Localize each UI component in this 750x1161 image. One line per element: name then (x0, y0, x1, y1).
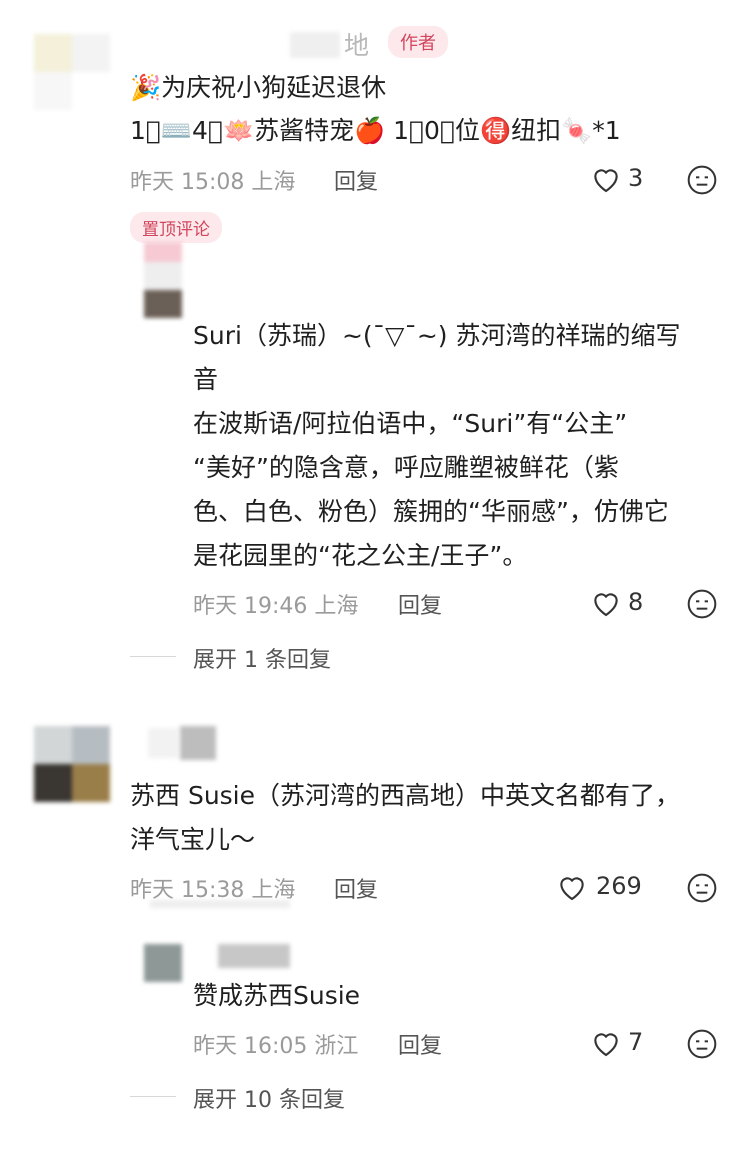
dislike-face-icon (687, 1029, 717, 1059)
dislike-button[interactable] (686, 1028, 718, 1060)
reply-text-line: 在波斯语/阿拉伯语中，“Suri”有“公主” (193, 409, 628, 438)
pinned-badge: 置顶评论 (130, 212, 222, 243)
reply-text-line: 音 (193, 365, 219, 394)
reply-text-line: Suri（苏瑞）~(¯▽¯~) 苏河湾的祥瑞的缩写 (193, 321, 681, 350)
reply-text-line: 色、白色、粉色）簇拥的“华丽感”，仿佛它 (193, 497, 669, 526)
reply-button[interactable]: 回复 (398, 1028, 442, 1060)
reply-meta: 昨天 19:46 上海 (193, 594, 359, 619)
like-count: 269 (596, 872, 642, 900)
like-count: 8 (628, 588, 644, 616)
like-count: 7 (628, 1028, 644, 1056)
comment-text-line2: 1⃣⌨️4⃣🪷苏酱特宠🍎 1⃣0⃣位🉐纽扣🍬*1 (130, 116, 621, 145)
username-obscured[interactable] (290, 32, 340, 58)
like-count: 3 (628, 164, 644, 192)
reply-button[interactable]: 回复 (334, 164, 378, 196)
like-button[interactable]: 3 (590, 164, 650, 196)
comment-meta: 昨天 15:08 上海 (130, 170, 296, 195)
like-button[interactable]: 7 (590, 1028, 650, 1060)
avatar[interactable] (144, 242, 182, 318)
avatar[interactable] (34, 726, 110, 802)
divider (130, 1096, 176, 1097)
reply-button[interactable]: 回复 (334, 872, 378, 904)
heart-icon (594, 169, 618, 193)
reply-text-line: “美好”的隐含意，呼应雕塑被鲜花（紫 (193, 453, 619, 482)
dislike-face-icon (687, 165, 717, 195)
avatar[interactable] (144, 944, 182, 982)
comment-text: 苏西 Susie（苏河湾的西高地）中英文名都有了， (130, 781, 681, 810)
dislike-button[interactable] (686, 872, 718, 904)
reply-text-line: 是花园里的“花之公主/王子”。 (193, 541, 528, 570)
avatar[interactable] (34, 34, 110, 110)
heart-icon (594, 1033, 618, 1057)
dislike-face-icon (687, 589, 717, 619)
comment-text: 🎉为庆祝小狗延迟退休 (130, 73, 387, 102)
obscured-area (150, 900, 290, 908)
like-button[interactable]: 269 (556, 872, 656, 904)
username-obscured[interactable] (218, 944, 290, 968)
username-obscured[interactable] (148, 728, 178, 758)
expand-replies-button[interactable]: 展开 10 条回复 (193, 1082, 345, 1114)
dislike-button[interactable] (686, 588, 718, 620)
expand-replies-button[interactable]: 展开 1 条回复 (193, 642, 331, 674)
reply-button[interactable]: 回复 (398, 588, 442, 620)
reply-meta: 昨天 16:05 浙江 (193, 1034, 359, 1059)
dislike-face-icon (687, 873, 717, 903)
author-badge: 作者 (388, 26, 448, 58)
heart-icon (594, 593, 618, 617)
username-obscured[interactable] (180, 726, 216, 760)
heart-icon (560, 877, 584, 901)
dislike-button[interactable] (686, 164, 718, 196)
username[interactable]: 地 (344, 26, 369, 62)
divider (130, 656, 176, 657)
like-button[interactable]: 8 (590, 588, 650, 620)
reply-text-line: 赞成苏西Susie (193, 981, 361, 1010)
comment-text-line2: 洋气宝儿～ (130, 825, 256, 854)
